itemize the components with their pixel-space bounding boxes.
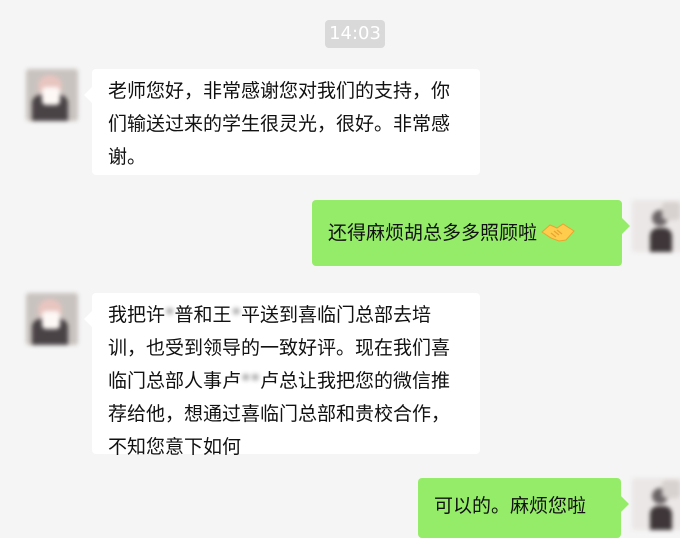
redacted-text: **: [241, 370, 261, 392]
redacted-text: *: [231, 304, 242, 326]
message-bubble-outgoing[interactable]: 可以的。麻烦您啦: [418, 478, 629, 538]
message-bubble-outgoing[interactable]: 还得麻烦胡总多多照顾啦: [312, 200, 630, 266]
message-text: 我把许*普和王*平送到喜临门总部去培训，也受到领导的一致好评。现在我们喜临门总部…: [108, 304, 450, 458]
redacted-text: *: [165, 304, 175, 326]
timestamp: 14:03: [325, 20, 385, 48]
chat-window: 14:03 老师您好，非常感谢您对我们的支持，你们输送过来的学生很灵光，很好。非…: [0, 0, 680, 538]
message-text: 还得麻烦胡总多多照顾啦: [328, 222, 538, 244]
avatar[interactable]: [26, 69, 78, 121]
avatar[interactable]: [632, 478, 680, 530]
message-text: 老师您好，非常感谢您对我们的支持，你们输送过来的学生很灵光，很好。非常感谢。: [108, 80, 451, 168]
message-bubble-incoming[interactable]: 我把许*普和王*平送到喜临门总部去培训，也受到领导的一致好评。现在我们喜临门总部…: [84, 293, 480, 458]
message-bubble-incoming[interactable]: 老师您好，非常感谢您对我们的支持，你们输送过来的学生很灵光，很好。非常感谢。: [84, 69, 480, 175]
handshake-icon: [541, 223, 575, 242]
avatar[interactable]: [632, 200, 680, 252]
avatar[interactable]: [26, 293, 78, 345]
message-text: 可以的。麻烦您啦: [434, 495, 587, 517]
